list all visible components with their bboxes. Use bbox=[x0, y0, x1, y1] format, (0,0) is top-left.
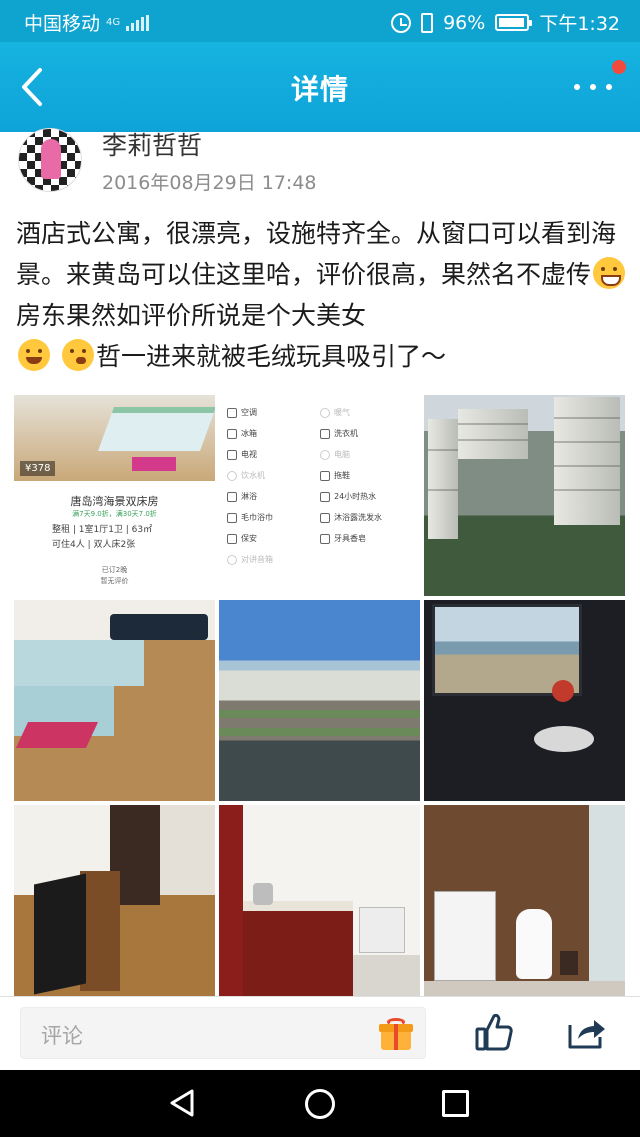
clock: 下午1:32 bbox=[539, 13, 620, 35]
signal-icon bbox=[126, 14, 150, 31]
amenity-item: 牙具香皂 bbox=[320, 531, 413, 546]
battery-percent: 96% bbox=[443, 11, 486, 34]
network-type: 4G bbox=[106, 16, 121, 28]
more-dots-icon bbox=[574, 84, 612, 90]
comment-bar: 评论 bbox=[0, 996, 640, 1070]
share-icon bbox=[568, 1020, 605, 1049]
listing-price: ¥378 bbox=[20, 461, 56, 476]
residential-towers-photo[interactable] bbox=[424, 395, 625, 596]
nav-bar: 详情 bbox=[0, 42, 640, 132]
seaside-town-photo[interactable] bbox=[219, 600, 420, 801]
thinking-emoji-icon bbox=[61, 339, 94, 371]
comment-placeholder: 评论 bbox=[41, 1024, 83, 1048]
page-title: 详情 bbox=[290, 73, 349, 106]
amenity-item: 电脑 bbox=[320, 447, 413, 462]
status-bar: 中国移动 4G 96% 下午1:32 bbox=[0, 0, 640, 42]
amenity-item: 拖鞋 bbox=[320, 468, 413, 483]
amenity-item: 空调 bbox=[227, 405, 320, 420]
amenity-item: 毛巾浴巾 bbox=[227, 510, 320, 525]
amenity-item: 淋浴 bbox=[227, 489, 320, 504]
kitchen-photo[interactable] bbox=[219, 805, 420, 1006]
comment-input[interactable]: 评论 bbox=[20, 1007, 426, 1059]
system-home-icon[interactable] bbox=[305, 1089, 335, 1119]
gift-icon[interactable] bbox=[379, 1018, 413, 1050]
like-button[interactable] bbox=[474, 1011, 514, 1053]
alarm-icon bbox=[391, 12, 412, 33]
listing-card-photo[interactable]: ¥378 唐岛湾海景双床房 满7天9.0折，满30天7.0折 整租 | 1室1厅… bbox=[14, 395, 215, 596]
status-right: 96% 下午1:32 bbox=[391, 9, 620, 36]
post-text-part-1: 酒店式公寓，很漂亮，设施特齐全。从窗口可以看到海景。来黄岛可以住这里哈，评价很高… bbox=[16, 219, 617, 289]
listing-title: 唐岛湾海景双床房 bbox=[70, 495, 159, 508]
system-recents-icon[interactable] bbox=[442, 1090, 469, 1117]
amenity-item: 对讲音箱 bbox=[227, 552, 320, 567]
battery-fill bbox=[499, 18, 525, 27]
battery-icon bbox=[495, 14, 533, 31]
window-seaview-photo[interactable] bbox=[424, 600, 625, 801]
listing-info: 整租 | 1室1厅1卫 | 63㎡ 可住4人 | 双人床2张 bbox=[52, 523, 152, 553]
photo-grid: ¥378 唐岛湾海景双床房 满7天9.0折，满30天7.0折 整租 | 1室1厅… bbox=[14, 395, 626, 1006]
smile-emoji-icon bbox=[18, 339, 50, 371]
post-text-part-2: 房东果然如评价所说是个大美女 bbox=[16, 301, 367, 330]
amenities-screenshot-photo[interactable]: 空调 暖气 冰箱 洗衣机 电视 电脑 饮水机 拖鞋 淋浴 24小时热水 毛巾浴巾… bbox=[219, 395, 420, 596]
bathroom-photo[interactable] bbox=[424, 805, 625, 1006]
amenities-list: 空调 暖气 冰箱 洗衣机 电视 电脑 饮水机 拖鞋 淋浴 24小时热水 毛巾浴巾… bbox=[227, 405, 413, 567]
share-button[interactable] bbox=[564, 1011, 608, 1053]
amenity-item: 保安 bbox=[227, 531, 320, 546]
amenity-item: 电视 bbox=[227, 447, 320, 462]
avatar[interactable] bbox=[18, 128, 82, 192]
amenity-item: 24小时热水 bbox=[320, 489, 413, 504]
listing-discount: 满7天9.0折，满30天7.0折 bbox=[72, 510, 157, 518]
vibrate-icon bbox=[421, 12, 434, 33]
more-button[interactable] bbox=[574, 74, 618, 100]
listing-reviews: 暂无评价 bbox=[100, 577, 129, 585]
amenity-item: 暖气 bbox=[320, 405, 413, 420]
amenity-item: 冰箱 bbox=[227, 426, 320, 441]
bedroom-child-photo[interactable] bbox=[14, 600, 215, 801]
author-name[interactable]: 李莉哲哲 bbox=[102, 126, 202, 162]
amenity-item: 洗衣机 bbox=[320, 426, 413, 441]
system-back-icon[interactable] bbox=[168, 1088, 198, 1118]
carrier-label: 中国移动 bbox=[24, 13, 101, 35]
living-room-photo[interactable] bbox=[14, 805, 215, 1006]
listing-info-line: 可住4人 | 双人床2张 bbox=[52, 540, 136, 550]
system-nav-bar bbox=[0, 1070, 640, 1137]
listing-info-line: 整租 | 1室1厅1卫 | 63㎡ bbox=[52, 525, 153, 535]
amenity-item: 沐浴露洗发水 bbox=[320, 510, 413, 525]
listing-stats: 已订2晚 暂无评价 bbox=[14, 565, 215, 587]
amenity-item: 饮水机 bbox=[227, 468, 320, 483]
thumbs-up-icon bbox=[475, 1013, 513, 1051]
grin-emoji-icon bbox=[593, 257, 626, 289]
notification-dot bbox=[612, 60, 626, 74]
post-text-part-3: 哲一进来就被毛绒玩具吸引了～ bbox=[95, 342, 446, 371]
listing-booked: 已订2晚 bbox=[101, 566, 128, 574]
status-left: 中国移动 4G bbox=[24, 9, 150, 36]
post-timestamp: 2016年08月29日 17:48 bbox=[102, 172, 317, 194]
post-text: 酒店式公寓，很漂亮，设施特齐全。从窗口可以看到海景。来黄岛可以住这里哈，评价很高… bbox=[16, 213, 628, 377]
